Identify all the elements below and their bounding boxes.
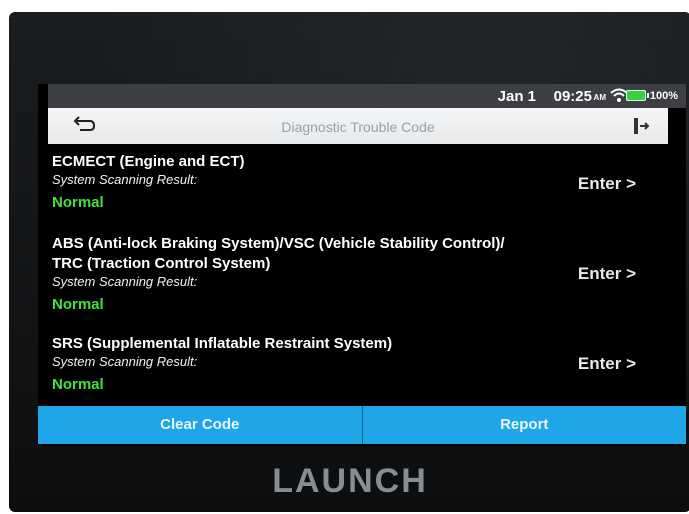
system-item-abs: ABS (Anti-lock Braking System)/VSC (Vehi… (52, 234, 505, 313)
brand-logo: LAUNCH (272, 462, 428, 500)
system-name-line2: TRC (Traction Control System) (52, 255, 271, 272)
enter-button-abs[interactable]: Enter > (578, 264, 636, 284)
status-battery: 100% (649, 90, 678, 102)
status-bar: Jan 1 09:25 AM 100% (48, 84, 686, 108)
status-date: Jan 1 (497, 88, 536, 105)
scan-result-value: Normal (52, 296, 104, 313)
scan-result-label: System Scanning Result: (52, 354, 198, 369)
title-bar: Diagnostic Trouble Code (48, 108, 668, 144)
battery-icon (626, 90, 649, 101)
system-item-srs: SRS (Supplemental Inflatable Restraint S… (52, 334, 392, 393)
scan-result-value: Normal (52, 376, 104, 393)
status-meridiem: AM (593, 93, 606, 102)
system-name: ECMECT (Engine and ECT) (52, 153, 245, 170)
status-time: 09:25 (553, 88, 592, 105)
scan-result-label: System Scanning Result: (52, 172, 198, 187)
clear-code-button[interactable]: Clear Code (38, 406, 363, 444)
enter-button-srs[interactable]: Enter > (578, 354, 636, 374)
action-bar: Clear Code Report (38, 406, 686, 444)
report-button[interactable]: Report (362, 406, 686, 444)
page-title: Diagnostic Trouble Code (281, 119, 435, 135)
device-bezel: Jan 1 09:25 AM 100% Diagnostic Trouble C… (9, 12, 689, 512)
system-name: SRS (Supplemental Inflatable Restraint S… (52, 335, 393, 352)
system-item-ecmect: ECMECT (Engine and ECT) System Scanning … (52, 152, 245, 211)
system-list: ECMECT (Engine and ECT) System Scanning … (38, 144, 686, 406)
scan-result-value: Normal (52, 194, 104, 211)
system-name: ABS (Anti-lock Braking System)/VSC (Vehi… (52, 235, 505, 252)
scan-result-label: System Scanning Result: (52, 274, 198, 289)
exit-icon[interactable] (632, 116, 650, 136)
enter-button-ecmect[interactable]: Enter > (578, 174, 636, 194)
screen: Jan 1 09:25 AM 100% Diagnostic Trouble C… (38, 84, 686, 446)
